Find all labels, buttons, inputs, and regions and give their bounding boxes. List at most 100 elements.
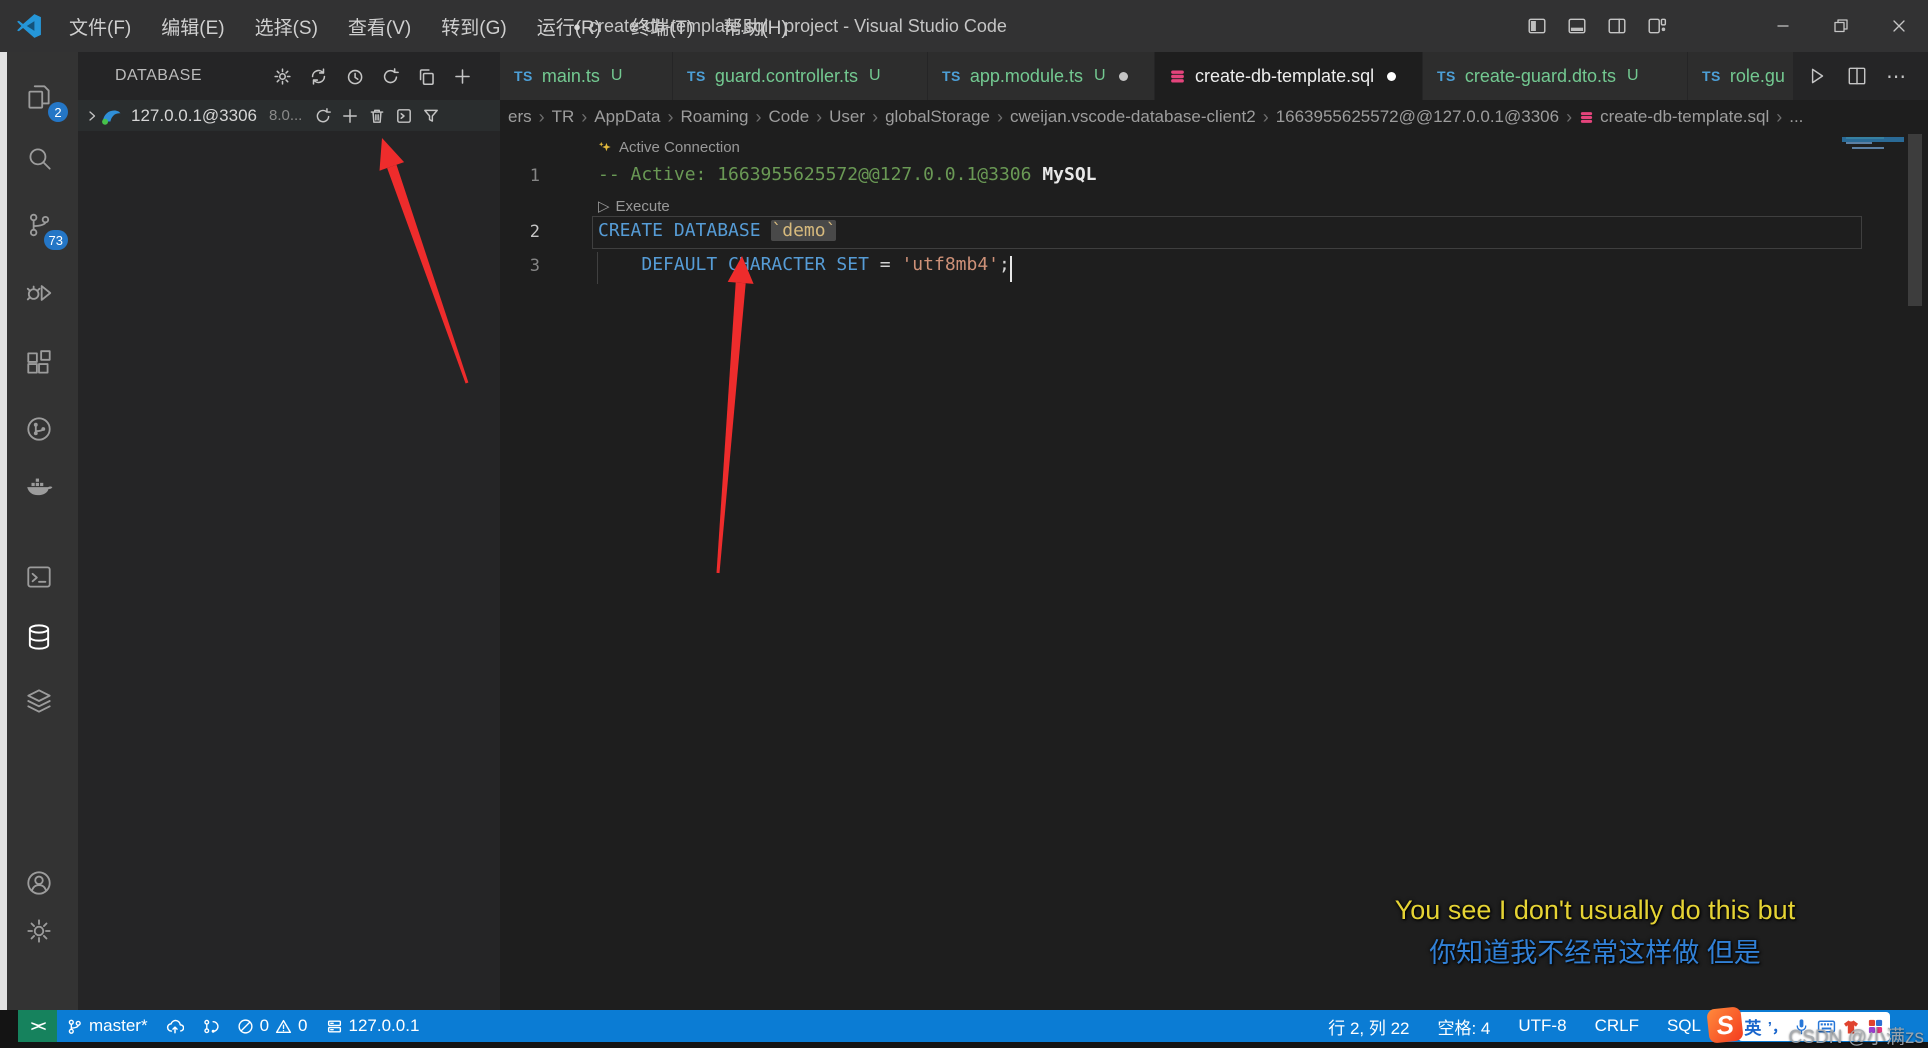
breadcrumb-item[interactable]: AppData — [592, 107, 662, 127]
tab-role-guard[interactable]: TS role.gu — [1688, 52, 1794, 100]
run-file-icon[interactable] — [1806, 65, 1828, 87]
explorer-badge: 2 — [48, 102, 68, 122]
typescript-file-icon: TS — [687, 68, 706, 84]
open-terminal-icon[interactable] — [395, 107, 413, 125]
tab-create-db-template-sql[interactable]: create-db-template.sql — [1155, 52, 1423, 100]
sidebar-item-source-control[interactable]: 73 — [0, 196, 78, 254]
add-connection-icon[interactable] — [453, 67, 472, 86]
tab-main-ts[interactable]: TS main.ts U — [500, 52, 673, 100]
modified-dot[interactable] — [1118, 71, 1128, 81]
breadcrumb-item-file[interactable]: create-db-template.sql — [1577, 107, 1771, 127]
breadcrumb-item[interactable]: Roaming — [678, 107, 750, 127]
git-branch-item[interactable]: master* — [57, 1010, 157, 1042]
connection-tree-item[interactable]: 127.0.0.1@3306 8.0... — [78, 100, 500, 131]
breadcrumb-item[interactable]: Code — [767, 107, 812, 127]
mysql-server-item[interactable]: 127.0.0.1 — [317, 1010, 429, 1042]
history-icon[interactable] — [345, 67, 364, 86]
customize-layout-icon[interactable] — [1642, 11, 1672, 41]
sidebar-item-gitlens[interactable] — [0, 400, 78, 458]
minimap-viewport — [1842, 137, 1904, 142]
database-sidebar: DATABASE 127.0.0.1@3306 8.0... — [78, 52, 500, 1010]
breadcrumb: ers › TR › AppData › Roaming › Code › User › g… — [500, 100, 1928, 134]
breadcrumb-item[interactable]: TR — [550, 107, 577, 127]
vertical-scrollbar[interactable] — [1908, 134, 1922, 306]
chevron-right-icon[interactable] — [84, 108, 100, 124]
git-status-untracked: U — [610, 67, 623, 84]
minimize-button[interactable] — [1754, 0, 1812, 52]
status-bar: >< master* 0 0 127.0.0.1 行 2, 列 22 空格: 4… — [0, 1010, 1928, 1042]
gitlens-compare-button[interactable] — [193, 1010, 228, 1042]
sogou-ime-logo[interactable]: S — [1706, 1006, 1744, 1044]
sidebar-item-docker[interactable] — [0, 456, 78, 514]
typescript-file-icon: TS — [514, 68, 533, 84]
modified-dot[interactable] — [1387, 71, 1397, 81]
settings-icon[interactable] — [273, 67, 292, 86]
sidebar-item-layers[interactable] — [0, 672, 78, 730]
toggle-secondary-sidebar-icon[interactable] — [1602, 11, 1632, 41]
menu-view[interactable]: 查看(V) — [335, 7, 424, 46]
indentation-item[interactable]: 空格: 4 — [1428, 1010, 1499, 1042]
breadcrumb-item[interactable]: 1663955625572@@127.0.0.1@3306 — [1274, 107, 1561, 127]
close-button[interactable] — [1870, 0, 1928, 52]
line-number: 1 — [529, 166, 540, 186]
toggle-panel-icon[interactable] — [1562, 11, 1592, 41]
breadcrumb-separator: › — [816, 106, 823, 127]
tab-app-module-ts[interactable]: TS app.module.ts U — [928, 52, 1155, 100]
codelens-execute[interactable]: ▷ Execute — [598, 197, 670, 216]
breadcrumb-separator: › — [1262, 106, 1269, 127]
sidebar-header: DATABASE — [78, 52, 500, 100]
breadcrumb-separator: › — [1776, 106, 1783, 127]
tab-create-guard-dto-ts[interactable]: TS create-guard.dto.ts U — [1423, 52, 1688, 100]
tab-guard-controller-ts[interactable]: TS guard.controller.ts U — [673, 52, 928, 100]
sidebar-item-run-debug[interactable] — [0, 264, 78, 322]
minimap[interactable] — [1842, 134, 1904, 152]
menu-file[interactable]: 文件(F) — [56, 7, 144, 46]
code-line-3[interactable]: DEFAULT CHARACTER SET = 'utf8mb4'; — [598, 254, 1010, 275]
sidebar-item-extensions[interactable] — [0, 334, 78, 392]
refresh-connection-icon[interactable] — [314, 107, 332, 125]
breadcrumb-item[interactable]: cweijan.vscode-database-client2 — [1008, 107, 1258, 127]
add-database-icon[interactable] — [341, 107, 359, 125]
eol-item[interactable]: CRLF — [1586, 1010, 1648, 1042]
ime-language-toggle[interactable]: 英 — [1744, 1014, 1761, 1039]
sidebar-item-explorer[interactable]: 2 — [0, 68, 78, 126]
breadcrumb-separator: › — [755, 106, 762, 127]
breadcrumb-item[interactable]: User — [827, 107, 867, 127]
ime-punctuation-toggle[interactable]: ’， — [1768, 1016, 1787, 1037]
text-cursor — [1010, 256, 1012, 282]
breadcrumb-item[interactable]: globalStorage — [883, 107, 992, 127]
cursor-position-item[interactable]: 行 2, 列 22 — [1319, 1010, 1418, 1042]
breadcrumb-item[interactable]: ... — [1787, 107, 1805, 127]
settings-gear-icon[interactable] — [0, 902, 78, 960]
breadcrumb-separator: › — [538, 106, 545, 127]
typescript-file-icon: TS — [942, 68, 961, 84]
sync-connections-icon[interactable] — [309, 67, 328, 86]
restore-button[interactable] — [1812, 0, 1870, 52]
delete-connection-icon[interactable] — [368, 107, 386, 125]
breadcrumb-item[interactable]: ers — [506, 107, 534, 127]
language-mode-item[interactable]: SQL — [1658, 1010, 1710, 1042]
editor-group: TS main.ts U TS guard.controller.ts U TS… — [500, 52, 1928, 1010]
filter-icon[interactable] — [422, 107, 440, 125]
encoding-item[interactable]: UTF-8 — [1509, 1010, 1575, 1042]
remote-indicator[interactable]: >< — [18, 1010, 57, 1042]
publish-changes-button[interactable] — [157, 1010, 193, 1042]
menu-selection[interactable]: 选择(S) — [242, 7, 331, 46]
problems-item[interactable]: 0 0 — [228, 1010, 317, 1042]
menu-go[interactable]: 转到(G) — [428, 7, 519, 46]
refresh-icon[interactable] — [381, 67, 400, 86]
split-editor-icon[interactable] — [1846, 65, 1868, 87]
duplicate-icon[interactable] — [417, 67, 436, 86]
sidebar-item-search[interactable] — [0, 130, 78, 188]
code-line-1[interactable]: -- Active: 1663955625572@@127.0.0.1@3306… — [598, 164, 1097, 185]
code-line-2[interactable]: CREATE DATABASE `demo` — [598, 220, 837, 241]
codelens-active-connection[interactable]: Active Connection — [598, 139, 740, 156]
window-controls — [1754, 0, 1928, 52]
menu-edit[interactable]: 编辑(E) — [148, 7, 237, 46]
toggle-primary-sidebar-icon[interactable] — [1522, 11, 1552, 41]
sidebar-item-database[interactable] — [0, 602, 78, 666]
more-actions-icon[interactable]: ⋯ — [1886, 64, 1906, 89]
code-editor[interactable]: Active Connection 1 -- Active: 166395562… — [500, 134, 1928, 1010]
git-status-untracked: U — [868, 67, 881, 84]
sidebar-item-terminal[interactable] — [0, 548, 78, 606]
